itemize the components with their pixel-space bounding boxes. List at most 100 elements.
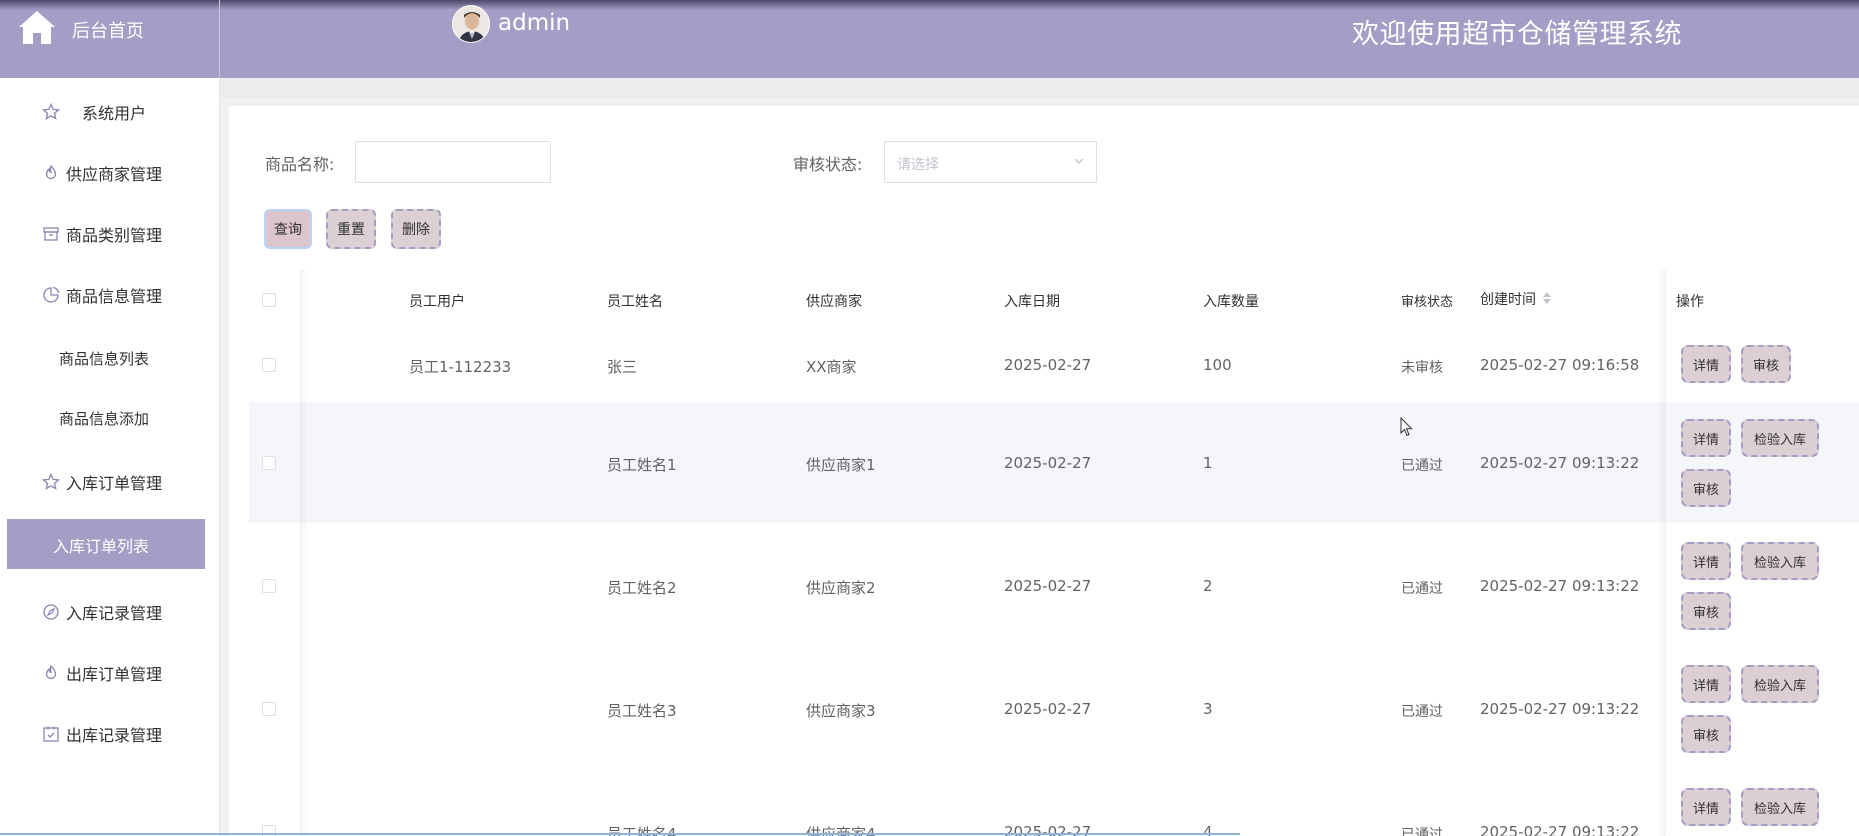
cell-status: 已通过 xyxy=(1401,458,1443,474)
home-icon xyxy=(19,11,55,44)
cell-supplier: XX商家 xyxy=(806,358,857,376)
sidebar-item-label: 出库记录管理 xyxy=(66,726,163,745)
status-select-placeholder: 请选择 xyxy=(897,157,939,173)
sidebar-item-system-users[interactable]: 系统用户 xyxy=(0,94,220,130)
sidebar-item-supplier[interactable]: 供应商家管理 xyxy=(0,155,220,191)
th-created[interactable]: 创建时间 xyxy=(1480,289,1536,309)
cell-name: 员工姓名1 xyxy=(607,456,677,474)
goods-name-input[interactable] xyxy=(355,141,551,183)
welcome-title: 欢迎使用超市仓储管理系统 xyxy=(1352,19,1682,50)
cell-qty: 3 xyxy=(1203,700,1213,718)
cell-supplier: 供应商家1 xyxy=(806,456,876,474)
chevron-down-icon xyxy=(1074,158,1084,164)
row-checkbox[interactable] xyxy=(262,456,276,470)
box-icon xyxy=(43,227,59,241)
sidebar-item-label: 入库订单管理 xyxy=(66,474,163,493)
star-icon xyxy=(42,103,60,120)
home-link[interactable]: 后台首页 xyxy=(0,0,220,78)
inspect-instock-button[interactable]: 检验入库 xyxy=(1741,542,1819,580)
sort-icon[interactable] xyxy=(1542,290,1552,306)
detail-button[interactable]: 详情 xyxy=(1681,345,1731,383)
sidebar-item-label: 商品类别管理 xyxy=(66,226,163,245)
th-name: 员工姓名 xyxy=(607,294,663,310)
cell-qty: 1 xyxy=(1203,454,1213,472)
sidebar-item-instock-order[interactable]: 入库订单管理 xyxy=(0,464,220,500)
cell-qty: 2 xyxy=(1203,577,1213,595)
sidebar-sub-goods-add[interactable]: 商品信息添加 xyxy=(0,400,220,436)
audit-button[interactable]: 审核 xyxy=(1681,469,1731,507)
sidebar: 系统用户 供应商家管理 商品类别管理 商品信息管理 商品信息列表 商品信息添加 … xyxy=(0,78,220,836)
content-top-strip xyxy=(220,78,1859,98)
avatar-image xyxy=(453,6,489,42)
audit-button[interactable]: 审核 xyxy=(1741,345,1791,383)
status-select[interactable]: 请选择 xyxy=(884,141,1097,183)
detail-button[interactable]: 详情 xyxy=(1681,419,1731,457)
cell-supplier: 供应商家2 xyxy=(806,579,876,597)
sidebar-item-goods-info[interactable]: 商品信息管理 xyxy=(0,277,220,313)
cell-name: 员工姓名3 xyxy=(607,702,677,720)
cell-date: 2025-02-27 xyxy=(1004,454,1092,472)
query-button[interactable]: 查询 xyxy=(264,209,312,249)
cell-created: 2025-02-27 09:13:22 xyxy=(1480,577,1640,595)
top-header: 后台首页 admin 欢迎使用超市仓储管理系统 xyxy=(0,0,1859,78)
delete-button[interactable]: 删除 xyxy=(391,209,441,249)
cell-status: 已通过 xyxy=(1401,704,1443,720)
cell-name: 员工姓名2 xyxy=(607,579,677,597)
detail-button[interactable]: 详情 xyxy=(1681,542,1731,580)
th-status: 审核状态 xyxy=(1401,295,1454,310)
cell-status: 已通过 xyxy=(1401,827,1443,836)
star-icon xyxy=(42,473,60,490)
reset-button[interactable]: 重置 xyxy=(326,209,376,249)
status-label: 审核状态: xyxy=(793,155,863,174)
header-shade xyxy=(0,0,1859,10)
cell-created: 2025-02-27 09:13:22 xyxy=(1480,700,1640,718)
avatar[interactable] xyxy=(452,5,490,43)
home-label: 后台首页 xyxy=(72,21,144,42)
sidebar-sub-label: 入库订单列表 xyxy=(53,537,150,556)
username[interactable]: admin xyxy=(498,10,570,36)
audit-button[interactable]: 审核 xyxy=(1681,715,1731,753)
goods-name-label: 商品名称: xyxy=(265,155,335,174)
cell-user: 员工1-112233 xyxy=(409,358,512,376)
sidebar-sub-instock-list[interactable]: 入库订单列表 xyxy=(7,519,205,569)
cell-name: 张三 xyxy=(607,358,638,376)
detail-button[interactable]: 详情 xyxy=(1681,665,1731,703)
sidebar-item-label: 供应商家管理 xyxy=(66,165,163,184)
row-checkbox[interactable] xyxy=(262,579,276,593)
sidebar-item-category[interactable]: 商品类别管理 xyxy=(0,216,220,252)
sidebar-item-outstock-order[interactable]: 出库订单管理 xyxy=(0,655,220,691)
th-supplier: 供应商家 xyxy=(806,294,862,310)
sidebar-item-label: 商品信息管理 xyxy=(66,287,163,306)
flame-icon xyxy=(45,664,57,680)
row-checkbox[interactable] xyxy=(262,358,276,372)
detail-button[interactable]: 详情 xyxy=(1681,788,1731,826)
flame-icon xyxy=(45,164,57,180)
cell-created: 2025-02-27 09:13:22 xyxy=(1480,454,1640,472)
sidebar-item-label: 入库记录管理 xyxy=(66,604,163,623)
th-date: 入库日期 xyxy=(1004,294,1060,310)
cell-qty: 100 xyxy=(1203,356,1232,374)
inspect-instock-button[interactable]: 检验入库 xyxy=(1741,419,1819,457)
sidebar-item-label: 出库订单管理 xyxy=(66,665,163,684)
select-all-checkbox[interactable] xyxy=(262,293,276,307)
pie-icon xyxy=(43,286,60,303)
inspect-instock-button[interactable]: 检验入库 xyxy=(1741,788,1819,826)
th-ops: 操作 xyxy=(1676,294,1704,310)
audit-button[interactable]: 审核 xyxy=(1681,592,1731,630)
cell-date: 2025-02-27 xyxy=(1004,577,1092,595)
cell-status: 未审核 xyxy=(1401,360,1443,376)
sidebar-item-outstock-record[interactable]: 出库记录管理 xyxy=(0,716,220,752)
cell-status: 已通过 xyxy=(1401,581,1443,597)
sidebar-sub-goods-list[interactable]: 商品信息列表 xyxy=(0,340,220,376)
row-checkbox[interactable] xyxy=(262,702,276,716)
sidebar-sub-label: 商品信息列表 xyxy=(59,350,150,368)
fixed-column-shadow-right xyxy=(1658,270,1666,836)
fixed-column-shadow-left xyxy=(300,270,308,836)
cell-created: 2025-02-27 09:16:58 xyxy=(1480,356,1640,374)
sidebar-item-instock-record[interactable]: 入库记录管理 xyxy=(0,594,220,630)
cell-supplier: 供应商家3 xyxy=(806,702,876,720)
cell-created: 2025-02-27 09:13:22 xyxy=(1480,823,1640,836)
th-user: 员工用户 xyxy=(409,294,465,310)
inspect-instock-button[interactable]: 检验入库 xyxy=(1741,665,1819,703)
sidebar-item-label: 系统用户 xyxy=(82,104,147,123)
